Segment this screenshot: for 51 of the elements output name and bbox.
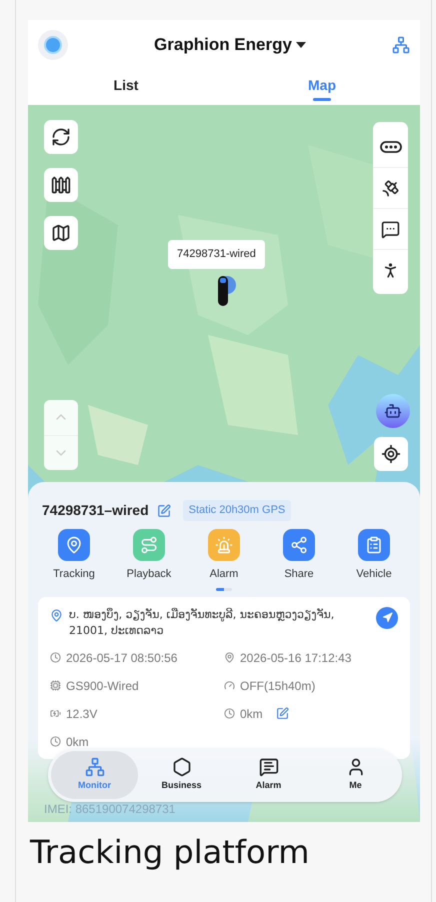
tab[interactable]: Map <box>224 70 420 105</box>
nav-item[interactable]: Me <box>312 751 399 799</box>
pin-icon <box>50 608 63 622</box>
info-value: GS900-Wired <box>66 678 139 694</box>
action-button[interactable]: Playback <box>119 529 179 582</box>
message-icon <box>258 757 278 778</box>
address-text: ບ. ໜອງບຶງ, ວຽງຈັນ, ເມືອງຈັນທະບູລີ, ນະຄອນຫຼວງວຽງຈັນ, 21001, ປະເທດລາວ <box>69 606 336 638</box>
caption: Tracking platform <box>30 832 310 873</box>
action-button[interactable]: Alarm <box>194 529 254 582</box>
info-value: 0km <box>240 706 263 722</box>
device-name: 74298731–wired <box>42 501 149 520</box>
info-value: 12.3V <box>66 706 98 722</box>
map-button[interactable] <box>44 216 78 250</box>
clock-icon <box>50 736 61 747</box>
edit-icon[interactable] <box>276 707 289 720</box>
status-tag: Static 20h30m GPS <box>182 500 292 521</box>
clock-icon <box>50 652 61 663</box>
info-value: 0km <box>66 734 89 750</box>
info-value: OFF(15h40m) <box>240 678 316 694</box>
action-button[interactable]: Share <box>269 529 329 582</box>
pin-icon <box>224 652 235 663</box>
app-logo[interactable] <box>38 30 68 60</box>
fence-icon <box>51 175 71 195</box>
hierarchy-icon[interactable] <box>392 36 410 54</box>
message-icon <box>381 220 400 238</box>
clock-icon <box>224 708 235 719</box>
tab[interactable]: List <box>28 70 224 105</box>
satellite-icon <box>381 178 400 198</box>
refresh-button[interactable] <box>44 120 78 154</box>
info-value: 2026-05-17 08:50:56 <box>66 650 178 666</box>
caret-icon <box>296 42 306 48</box>
battery-icon <box>50 708 61 719</box>
gauge-icon <box>224 680 235 691</box>
locate-button[interactable] <box>374 437 408 471</box>
nav-item[interactable]: Business <box>138 751 225 799</box>
more-icon <box>380 140 402 152</box>
company-dropdown[interactable]: Graphion Energy <box>154 32 306 58</box>
locate-icon <box>381 444 401 464</box>
chip-icon <box>50 680 61 691</box>
map-icon <box>51 223 71 243</box>
marker-label: 74298731-wired <box>168 240 265 268</box>
action-button[interactable]: Tracking <box>44 529 104 582</box>
edit-icon[interactable] <box>156 504 171 518</box>
navigation-icon <box>382 612 392 623</box>
fence-button[interactable] <box>44 168 78 202</box>
nav-item[interactable]: Alarm <box>225 751 312 799</box>
action-button[interactable]: Vehicle <box>344 529 404 582</box>
hexagon-icon <box>172 757 192 778</box>
refresh-icon <box>51 127 71 147</box>
info-value: 2026-05-16 17:12:43 <box>240 650 352 666</box>
navigate-button[interactable] <box>376 606 398 628</box>
